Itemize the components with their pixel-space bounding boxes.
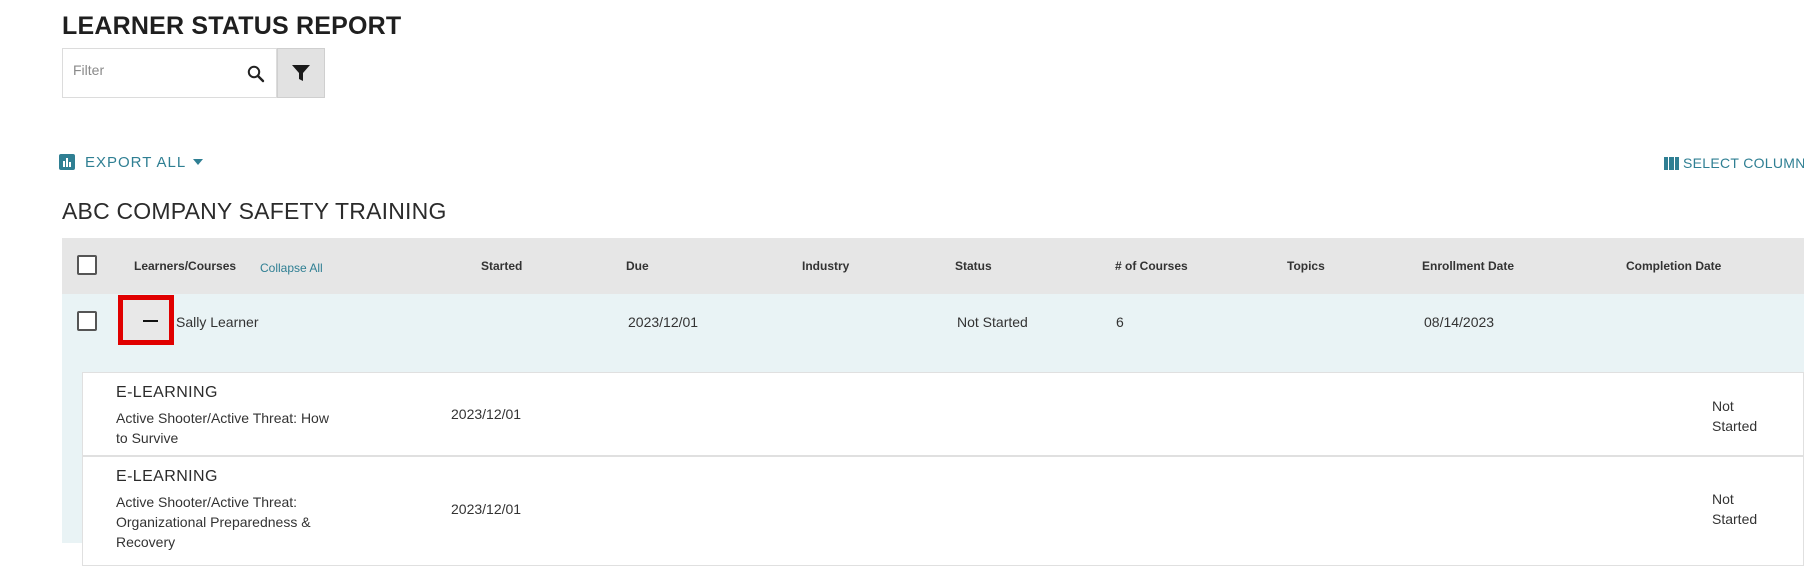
- course-status: Not Started: [1712, 398, 1758, 434]
- course-item: E-LEARNING Active Shooter/Active Threat:…: [82, 456, 1804, 566]
- course-item: E-LEARNING Active Shooter/Active Threat:…: [82, 372, 1804, 456]
- col-enrollment-date[interactable]: Enrollment Date: [1422, 259, 1514, 273]
- select-columns-label: SELECT COLUMNS: [1683, 155, 1804, 171]
- bar-chart-icon: [59, 154, 75, 170]
- table-header: Learners/Courses Collapse All Started Du…: [62, 238, 1804, 294]
- course-type: E-LEARNING: [116, 468, 218, 485]
- select-all-checkbox[interactable]: [77, 255, 97, 275]
- course-status: Not Started: [1712, 491, 1758, 527]
- page-title: LEARNER STATUS REPORT: [62, 12, 402, 40]
- learner-course-count: 6: [1116, 314, 1124, 330]
- col-status[interactable]: Status: [955, 259, 992, 273]
- row-checkbox[interactable]: [77, 311, 97, 331]
- col-due[interactable]: Due: [626, 259, 649, 273]
- export-all-button[interactable]: EXPORT ALL: [59, 151, 204, 173]
- course-name: Active Shooter/Active Threat: Organizati…: [116, 494, 311, 550]
- filter-button[interactable]: [277, 48, 325, 98]
- select-columns-button[interactable]: SELECT COLUMNS: [1664, 155, 1804, 171]
- course-due: 2023/12/01: [451, 406, 522, 422]
- filter-input[interactable]: [73, 62, 233, 78]
- course-list: E-LEARNING Active Shooter/Active Threat:…: [62, 351, 1804, 566]
- caret-down-icon: [193, 159, 204, 165]
- course-due: 2023/12/01: [451, 501, 522, 517]
- learner-status: Not Started: [957, 314, 1028, 330]
- search-icon[interactable]: [246, 64, 266, 84]
- columns-icon: [1664, 156, 1679, 170]
- course-name: Active Shooter/Active Threat: How to Sur…: [116, 410, 329, 446]
- col-industry[interactable]: Industry: [802, 259, 849, 273]
- learner-name: Sally Learner: [176, 314, 259, 330]
- col-topics[interactable]: Topics: [1287, 259, 1325, 273]
- collapse-all-link[interactable]: Collapse All: [260, 261, 323, 275]
- funnel-icon: [292, 65, 310, 81]
- col-num-courses[interactable]: # of Courses: [1115, 259, 1188, 273]
- minus-icon: [143, 320, 158, 322]
- col-completion-date[interactable]: Completion Date: [1626, 259, 1721, 273]
- learner-due: 2023/12/01: [628, 314, 699, 330]
- collapse-toggle-button[interactable]: [118, 295, 174, 345]
- col-learners-courses: Learners/Courses: [134, 259, 237, 273]
- export-all-label: EXPORT ALL: [85, 153, 187, 171]
- learner-row[interactable]: Sally Learner 2023/12/01 Not Started 6 0…: [62, 294, 1804, 352]
- filter-field[interactable]: [62, 48, 277, 98]
- learner-enrollment-date: 08/14/2023: [1424, 314, 1495, 330]
- course-type: E-LEARNING: [116, 384, 218, 401]
- col-started[interactable]: Started: [481, 259, 522, 273]
- report-title: ABC COMPANY SAFETY TRAINING: [62, 198, 447, 224]
